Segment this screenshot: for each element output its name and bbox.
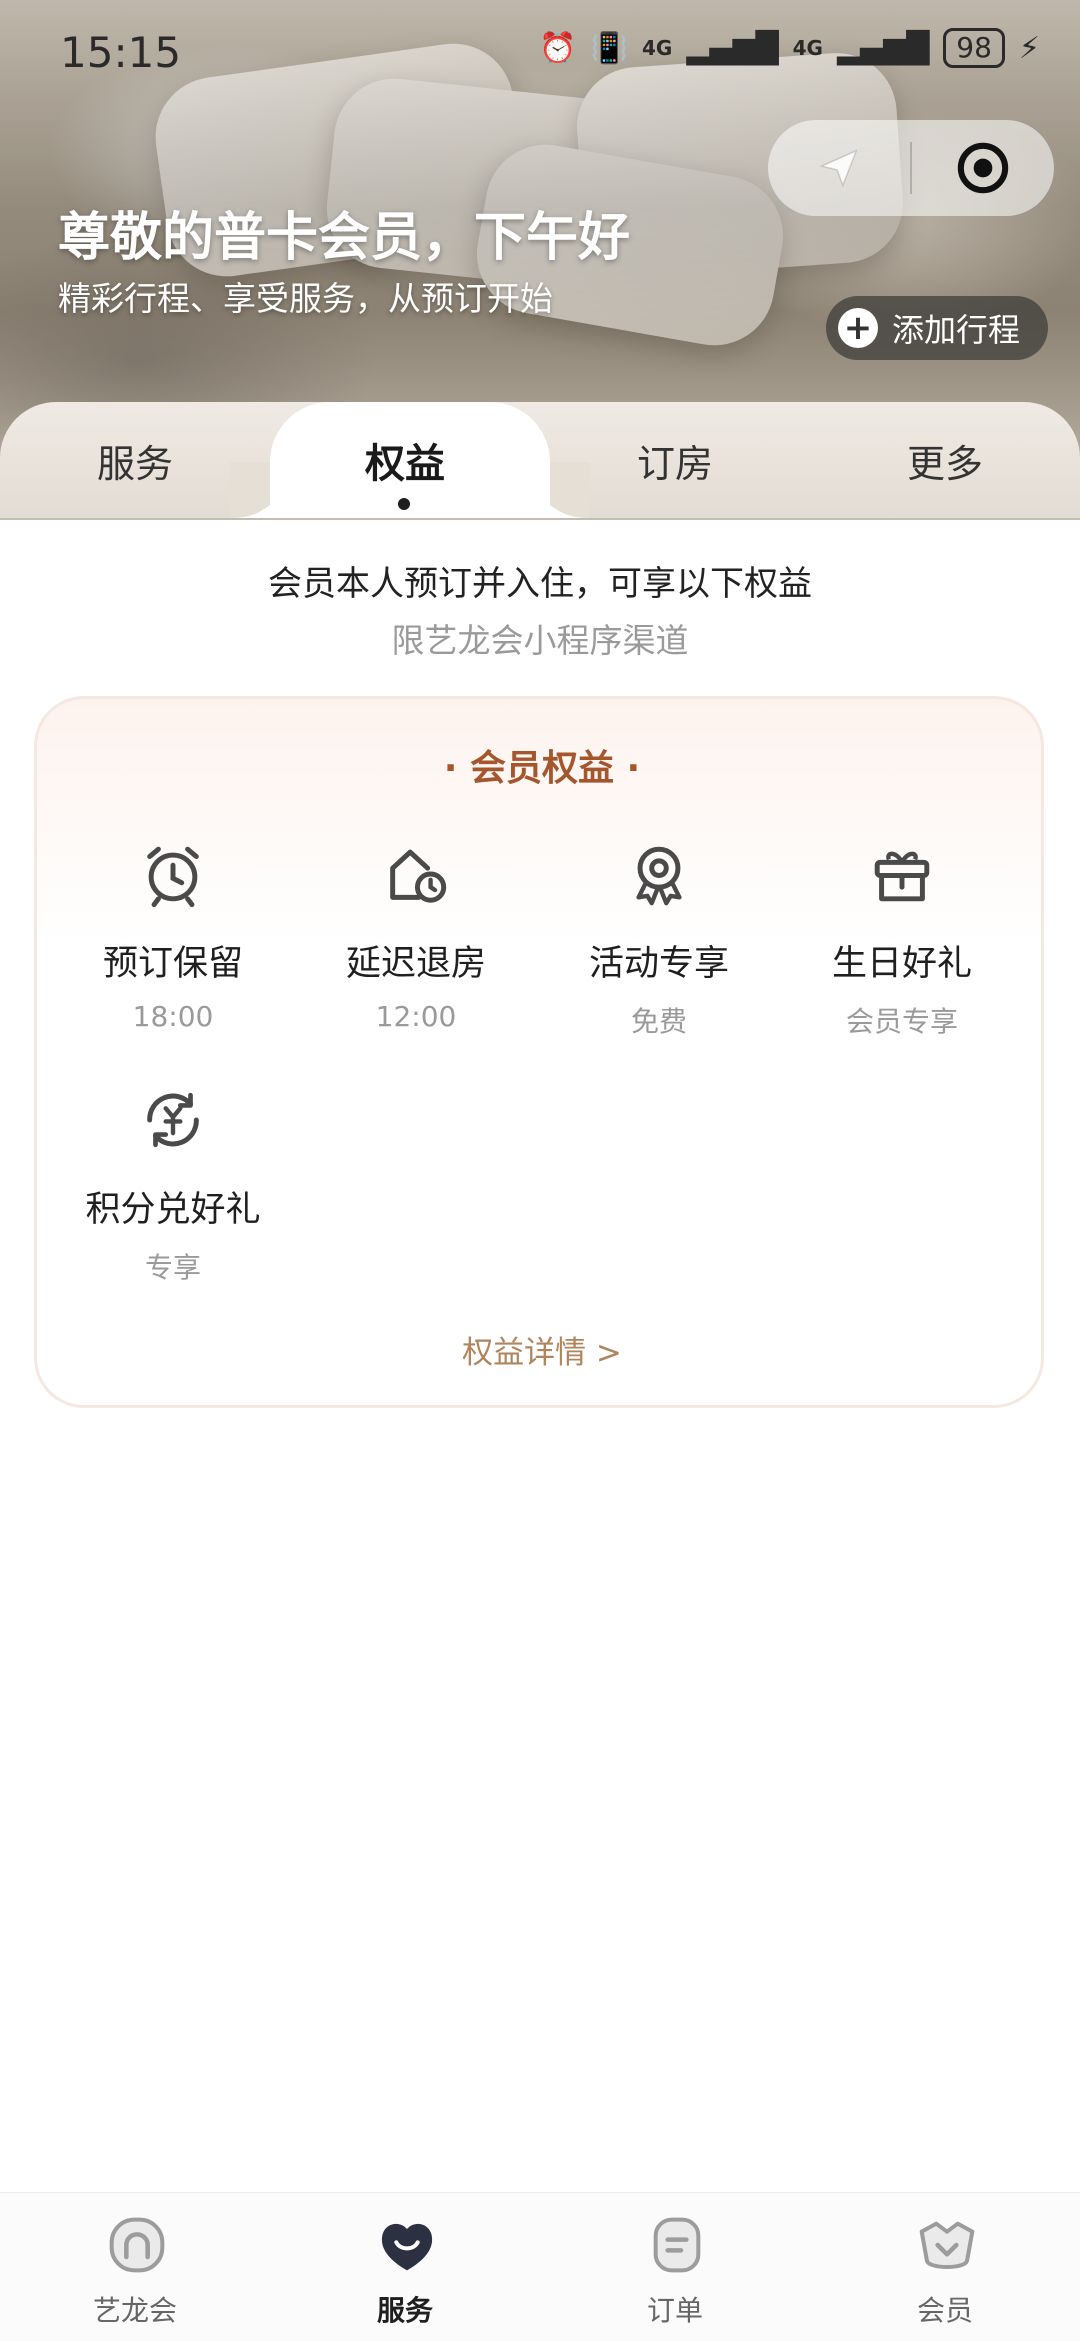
vibrate-icon: 📳: [590, 30, 628, 66]
tab-book-room[interactable]: 订房: [540, 402, 810, 518]
benefit-detail: 会员专享: [845, 1005, 958, 1038]
nav-item-member[interactable]: 会员: [810, 2193, 1080, 2341]
benefit-notice: 会员本人预订并入住，可享以下权益: [268, 564, 812, 604]
house-clock-icon: [390, 849, 447, 903]
nav-item-home[interactable]: 艺龙会: [0, 2193, 270, 2341]
close-program-button[interactable]: [912, 120, 1054, 216]
card-title: · 会员权益 ·: [443, 748, 641, 789]
send-arrow-icon: [819, 149, 858, 188]
benefit-detail: 专享: [144, 1251, 201, 1284]
nav-item-orders[interactable]: 订单: [540, 2193, 810, 2341]
status-icons: ⏰ 📳 4G ▂▄▆█ 4G ▂▄▆█ 98 ⚡: [539, 28, 1040, 68]
nav-label: 订单: [646, 2294, 703, 2327]
service-heart-icon: [381, 2223, 433, 2271]
channel-restriction: 限艺龙会小程序渠道: [391, 621, 689, 660]
benefits-details-link[interactable]: 权益详情 >: [37, 1327, 1047, 1372]
member-basket-icon: [919, 2221, 975, 2269]
benefit-item[interactable]: 预订保留 18:00: [63, 839, 283, 1033]
benefit-item[interactable]: 活动专享 免费: [549, 839, 769, 1040]
alarm-clock-icon: [147, 846, 199, 908]
benefit-item[interactable]: 积分兑好礼 专享: [63, 1085, 283, 1286]
bottom-navigation: 艺龙会 服务 订单 会员: [0, 2192, 1080, 2341]
signal-icon: ▂▄▆█: [686, 30, 779, 66]
gift-box-icon: [874, 851, 930, 902]
add-trip-label: 添加行程: [892, 311, 1021, 349]
tab-more[interactable]: 更多: [810, 402, 1080, 518]
nav-item-service[interactable]: 服务: [270, 2193, 540, 2341]
target-icon: [957, 142, 1009, 194]
plus-icon: +: [838, 308, 878, 348]
home-icon: [109, 2217, 165, 2273]
network-type-label: 4G: [642, 36, 673, 60]
share-button[interactable]: [768, 120, 910, 216]
charging-icon: ⚡: [1018, 30, 1040, 66]
benefit-detail: 12:00: [375, 1000, 457, 1033]
benefit-name: 生日好礼: [831, 944, 972, 984]
status-bar: 15:15 ⏰ 📳 4G ▂▄▆█ 4G ▂▄▆█ 98 ⚡: [0, 0, 1080, 100]
alarm-status-icon: ⏰: [539, 30, 577, 66]
award-medal-icon: [636, 846, 682, 906]
order-icon: [653, 2217, 701, 2273]
nav-label: 艺龙会: [92, 2294, 177, 2327]
mini-program-capsule: [768, 120, 1054, 216]
tab-bar: 服务 权益 订房 更多: [0, 402, 1080, 518]
points-exchange-icon: [147, 1092, 199, 1148]
tab-service[interactable]: 服务: [0, 402, 270, 518]
benefit-item[interactable]: 生日好礼 会员专享: [792, 839, 1012, 1040]
nav-label: 会员: [916, 2294, 973, 2327]
benefit-detail: 18:00: [132, 1000, 214, 1033]
nav-label: 服务: [376, 2294, 433, 2327]
network-type-label: 4G: [792, 36, 823, 60]
status-time: 15:15: [60, 28, 182, 77]
benefit-name: 延迟退房: [345, 944, 486, 984]
benefit-detail: 免费: [630, 1005, 687, 1038]
benefit-name: 活动专享: [588, 944, 729, 984]
add-trip-button[interactable]: + 添加行程: [826, 296, 1048, 360]
benefit-name: 积分兑好礼: [85, 1190, 261, 1230]
hero-subtitle: 精彩行程、享受服务，从预订开始: [58, 279, 553, 318]
signal-icon: ▂▄▆█: [836, 30, 930, 66]
member-greeting: 尊敬的普卡会员，下午好: [58, 208, 631, 268]
member-benefits-card: · 会员权益 · 预订保留 18:00 延迟退房 12:00 活动专享 免费 生…: [34, 696, 1044, 1408]
benefit-name: 预订保留: [102, 944, 243, 984]
benefit-item[interactable]: 延迟退房 12:00: [306, 839, 526, 1033]
battery-level: 98: [943, 28, 1005, 68]
active-tab-indicator: [398, 498, 410, 510]
